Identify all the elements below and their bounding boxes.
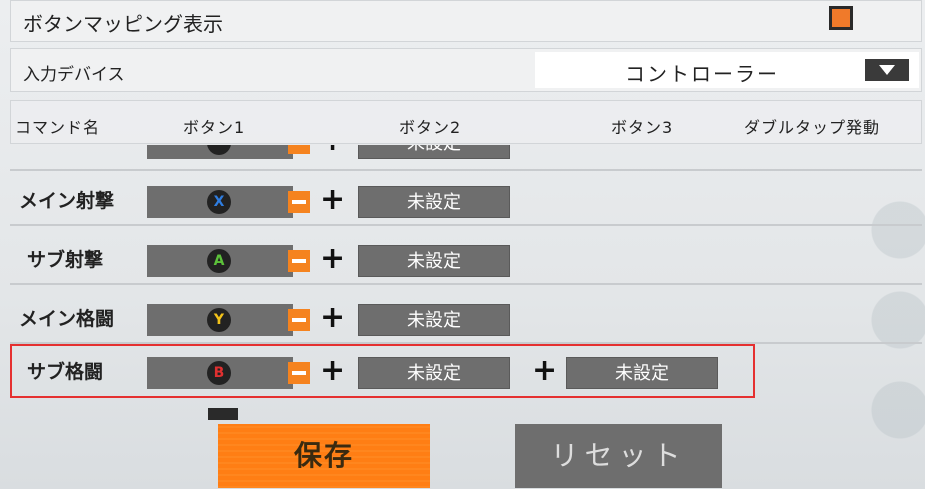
- table-row: メイン格闘 Y + 未設定: [10, 292, 922, 344]
- row-divider: [10, 224, 922, 226]
- input-device-value: コントローラー: [625, 62, 779, 86]
- selected-row-highlight: [10, 344, 755, 398]
- button-mapping-label: ボタンマッピング表示: [23, 12, 223, 36]
- input-device-label: 入力デバイス: [23, 65, 125, 85]
- remove-icon[interactable]: [288, 309, 310, 331]
- button1-slot[interactable]: A: [147, 245, 293, 277]
- plus-icon: +: [320, 241, 346, 276]
- button2-slot[interactable]: 未設定: [358, 145, 510, 159]
- checkbox-fill: [832, 9, 850, 27]
- table-row: サブ射撃 A + 未設定: [10, 233, 922, 285]
- header-button1: ボタン1: [183, 118, 246, 137]
- button2-slot[interactable]: 未設定: [358, 186, 510, 218]
- pad-button-icon: [207, 145, 231, 155]
- a-button-icon: A: [207, 249, 231, 273]
- button-mapping-checkbox[interactable]: [829, 6, 853, 30]
- table-row-clipped: [10, 400, 922, 420]
- command-label: メイン射撃: [19, 190, 115, 212]
- plus-icon: +: [320, 145, 345, 157]
- input-device-select[interactable]: コントローラー: [535, 52, 919, 88]
- command-label: サブ射撃: [27, 249, 104, 271]
- button2-slot[interactable]: 未設定: [358, 245, 510, 277]
- input-device-row: 入力デバイス コントローラー: [10, 48, 922, 92]
- table-row-clipped: + 未設定: [10, 145, 922, 171]
- y-button-icon: Y: [207, 308, 231, 332]
- button1-slot[interactable]: [147, 145, 293, 159]
- remove-icon[interactable]: [288, 145, 310, 154]
- command-label: メイン格闘: [19, 308, 115, 330]
- button1-slot[interactable]: X: [147, 186, 293, 218]
- remove-icon[interactable]: [288, 191, 310, 213]
- chevron-down-icon[interactable]: [865, 59, 909, 81]
- header-button3: ボタン3: [611, 118, 674, 137]
- button-mapping-row: ボタンマッピング表示: [10, 0, 922, 42]
- x-button-icon: X: [207, 190, 231, 214]
- plus-icon: +: [320, 182, 346, 217]
- remove-icon[interactable]: [288, 250, 310, 272]
- table-header: コマンド名 ボタン1 ボタン2 ボタン3 ダブルタップ発動: [10, 100, 922, 144]
- button2-slot[interactable]: 未設定: [358, 304, 510, 336]
- plus-icon: +: [320, 300, 346, 335]
- button1-slot[interactable]: Y: [147, 304, 293, 336]
- header-command: コマンド名: [15, 118, 101, 137]
- reset-button[interactable]: リセット: [515, 424, 722, 488]
- table-row: メイン射撃 X + 未設定: [10, 174, 922, 226]
- header-double-tap: ダブルタップ発動: [744, 118, 881, 137]
- save-button[interactable]: 保存: [218, 424, 430, 488]
- row-divider: [10, 283, 922, 285]
- header-button2: ボタン2: [399, 118, 462, 137]
